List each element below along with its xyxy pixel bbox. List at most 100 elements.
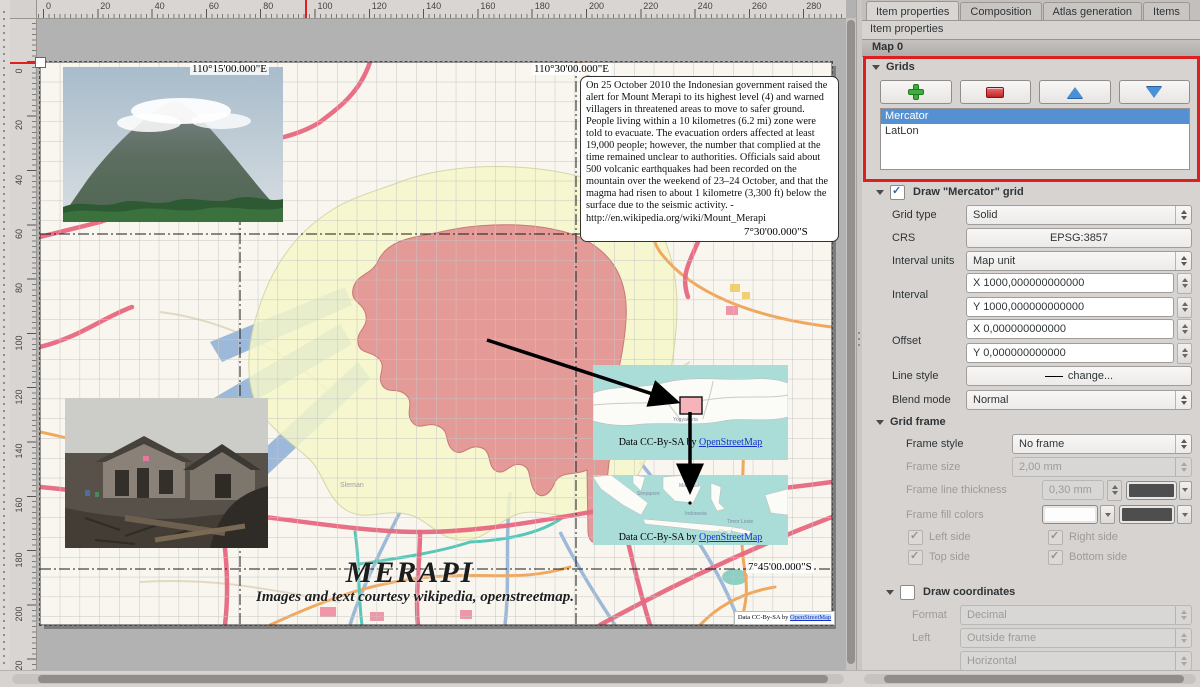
spinner-icon[interactable] bbox=[1177, 273, 1192, 294]
frame-size-row: Frame size 2,00 mm bbox=[892, 455, 1192, 478]
spinner-icon bbox=[1175, 458, 1191, 476]
coord-label-lat-upper: 7°30'00.000"S bbox=[742, 226, 810, 238]
ruler-number: 120 bbox=[14, 387, 24, 407]
frame-size-label: Frame size bbox=[892, 461, 1012, 473]
spinner-icon[interactable] bbox=[1175, 252, 1191, 270]
top-side-checkbox bbox=[908, 550, 923, 565]
ruler-number: 280 bbox=[806, 1, 821, 11]
grid-list-item-mercator[interactable]: Mercator bbox=[881, 109, 1189, 124]
item-properties-panel: Item properties Composition Atlas genera… bbox=[862, 0, 1200, 670]
tab-atlas-generation[interactable]: Atlas generation bbox=[1043, 2, 1143, 20]
remove-grid-button[interactable] bbox=[960, 80, 1032, 104]
crs-button[interactable]: EPSG:3857 bbox=[966, 228, 1192, 248]
draw-grid-row: Draw "Mercator" grid bbox=[876, 181, 1192, 203]
collapse-icon bbox=[876, 420, 884, 425]
spinner-icon[interactable] bbox=[1175, 206, 1191, 224]
coord-label-lon-right: 110°30'00.000"E bbox=[532, 63, 611, 75]
grid-list: Mercator LatLon bbox=[880, 108, 1190, 170]
ruler-number: 140 bbox=[426, 1, 441, 11]
interval-units-select[interactable]: Map unit bbox=[966, 251, 1192, 271]
ruler-number: 200 bbox=[589, 1, 604, 11]
frame-sides-group: Left side Right side Top side Bottom sid… bbox=[908, 527, 1188, 567]
blend-mode-label: Blend mode bbox=[892, 394, 966, 406]
scrollbar-thumb[interactable] bbox=[38, 675, 828, 683]
blend-mode-row: Blend mode Normal bbox=[892, 388, 1192, 412]
grid-type-value: Solid bbox=[973, 209, 997, 221]
scrollbar-thumb[interactable] bbox=[884, 675, 1184, 683]
color-dropdown-icon bbox=[1177, 505, 1192, 524]
blend-mode-select[interactable]: Normal bbox=[966, 390, 1192, 410]
coord-direction-row: Horizontal bbox=[892, 649, 1192, 670]
move-grid-up-button[interactable] bbox=[1039, 80, 1111, 104]
osm-link[interactable]: OpenStreetMap bbox=[699, 437, 762, 448]
right-side-option: Right side bbox=[1048, 527, 1188, 547]
map-subtitle: Images and text courtesy wikipedia, open… bbox=[135, 589, 695, 606]
crs-value: EPSG:3857 bbox=[1050, 232, 1108, 244]
frame-style-row: Frame style No frame bbox=[892, 432, 1192, 455]
spinner-icon[interactable] bbox=[1177, 343, 1192, 364]
color-dropdown-icon bbox=[1100, 505, 1115, 524]
right-side-checkbox bbox=[1048, 530, 1063, 545]
spinner-icon[interactable] bbox=[1177, 319, 1192, 340]
interval-y-input[interactable]: Y 1000,000000000000 bbox=[966, 297, 1174, 317]
photo-merapi-volcano bbox=[63, 67, 283, 222]
ruler-number: 40 bbox=[14, 170, 24, 190]
inset2-label-indonesia: Indonesia bbox=[685, 511, 707, 517]
offset-y-input[interactable]: Y 0,000000000000 bbox=[966, 343, 1174, 363]
place-label-sleman: Sleman bbox=[340, 482, 364, 489]
tab-item-properties[interactable]: Item properties bbox=[866, 1, 959, 20]
ruler-number: 200 bbox=[14, 604, 24, 624]
ruler-number: 0 bbox=[46, 1, 51, 11]
frame-fill-color2-swatch bbox=[1119, 505, 1175, 524]
photo-destroyed-houses bbox=[65, 398, 268, 548]
frame-thickness-label: Frame line thickness bbox=[892, 484, 1042, 496]
inset-map-indonesia: Singapore Malaysia Indonesia Timor Leste… bbox=[593, 475, 788, 545]
frame-color1-swatch bbox=[1126, 481, 1177, 500]
canvas-horizontal-scrollbar[interactable] bbox=[12, 674, 844, 684]
inset2-label-timor-leste: Timor Leste bbox=[727, 519, 753, 525]
plus-icon bbox=[909, 85, 923, 99]
ruler-number: 140 bbox=[14, 441, 24, 461]
grid-list-item-latlon[interactable]: LatLon bbox=[881, 124, 1189, 139]
grid-type-row: Grid type Solid bbox=[892, 203, 1192, 226]
frame-thickness-row: Frame line thickness 0,30 mm bbox=[892, 478, 1192, 502]
spinner-icon[interactable] bbox=[1175, 435, 1191, 453]
minus-icon bbox=[986, 87, 1004, 98]
scrollbar-thumb[interactable] bbox=[847, 20, 855, 664]
canvas-vertical-scrollbar[interactable] bbox=[846, 18, 856, 670]
frame-style-select[interactable]: No frame bbox=[1012, 434, 1192, 454]
line-style-label: Line style bbox=[892, 370, 966, 382]
line-style-button[interactable]: change... bbox=[966, 366, 1192, 386]
interval-x-input[interactable]: X 1000,000000000000 bbox=[966, 273, 1174, 293]
draw-grid-checkbox[interactable] bbox=[890, 185, 905, 200]
ruler-cursor-marker-v bbox=[10, 62, 36, 64]
tab-items[interactable]: Items bbox=[1143, 2, 1190, 20]
grid-type-select[interactable]: Solid bbox=[966, 205, 1192, 225]
add-grid-button[interactable] bbox=[880, 80, 952, 104]
offset-label: Offset bbox=[892, 335, 966, 347]
frame-size-input: 2,00 mm bbox=[1012, 457, 1192, 477]
move-grid-down-button[interactable] bbox=[1119, 80, 1191, 104]
draw-coordinates-checkbox[interactable] bbox=[900, 585, 915, 600]
composition-page-map-item[interactable]: Sleman bbox=[40, 62, 832, 625]
offset-x-input[interactable]: X 0,000000000000 bbox=[966, 319, 1174, 339]
spinner-icon[interactable] bbox=[1175, 391, 1191, 409]
frame-fill-row: Frame fill colors bbox=[892, 502, 1192, 527]
spinner-icon bbox=[1107, 480, 1122, 501]
coord-left-label: Left bbox=[892, 632, 960, 644]
panel-horizontal-scrollbar[interactable] bbox=[864, 674, 1196, 684]
tab-composition[interactable]: Composition bbox=[960, 2, 1041, 20]
inset1-place-label: Yogyakarta bbox=[673, 417, 698, 423]
osm-link[interactable]: OpenStreetMap bbox=[699, 532, 762, 543]
ruler-corner bbox=[10, 0, 37, 19]
coord-left-select: Outside frame bbox=[960, 628, 1192, 648]
osm-link[interactable]: OpenStreetMap bbox=[790, 614, 831, 621]
grids-section: Grids Mercator LatLon bbox=[862, 57, 1200, 181]
inset-map-java: Yogyakarta Data CC-By-SA by OpenStreetMa… bbox=[593, 365, 788, 460]
frame-thickness-input: 0,30 mm bbox=[1042, 480, 1104, 500]
spinner-icon bbox=[1175, 606, 1191, 624]
spinner-icon[interactable] bbox=[1177, 297, 1192, 318]
grids-section-header[interactable]: Grids bbox=[872, 61, 1192, 73]
spinner-icon bbox=[1175, 652, 1191, 670]
selection-handle[interactable] bbox=[35, 57, 46, 68]
